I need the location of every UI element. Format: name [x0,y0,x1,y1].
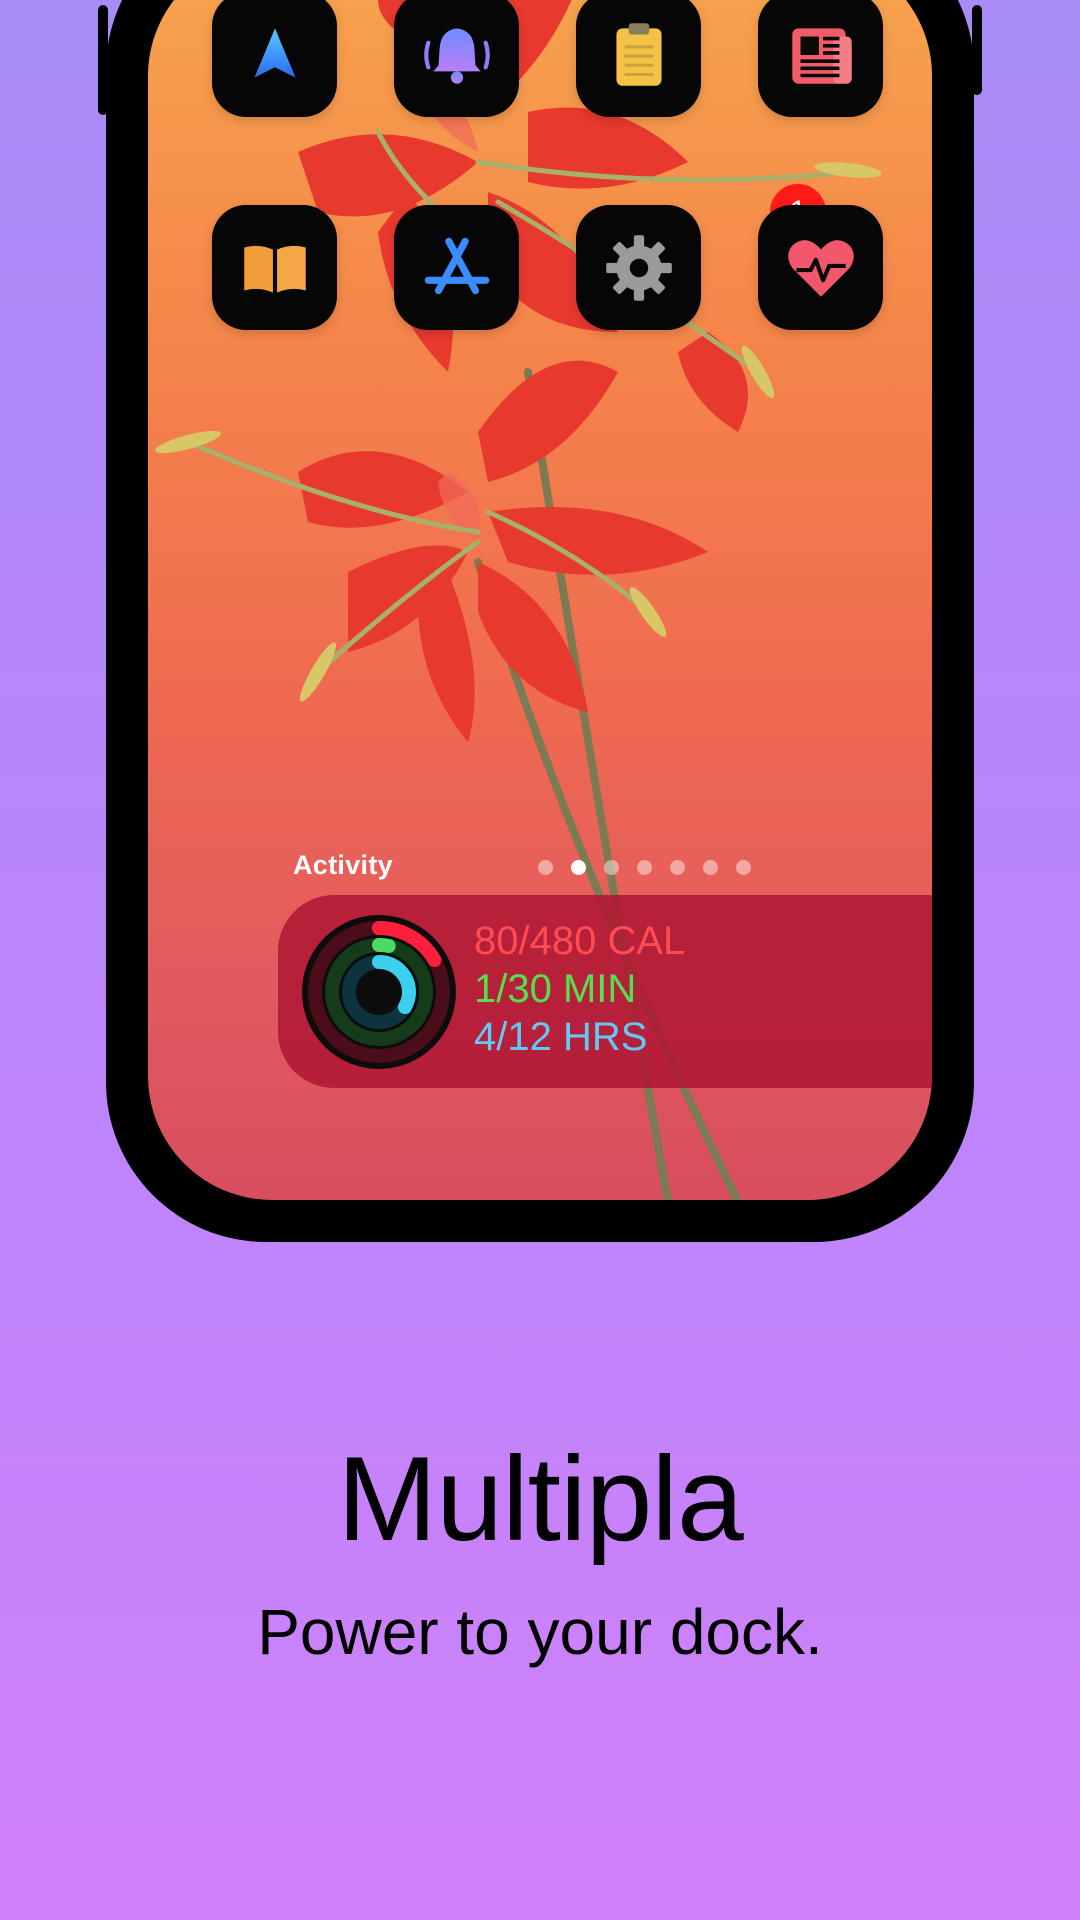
side-button [972,5,982,95]
widget-title: Activity [293,850,393,880]
app-tagline: Power to your dock. [257,1596,823,1668]
page-indicator[interactable] [538,860,751,875]
app-title: Multipla [337,1432,744,1566]
app-icon-reminders[interactable] [394,0,519,117]
gear-icon [605,234,672,301]
page-dot[interactable] [538,860,553,875]
page-dot[interactable] [670,860,685,875]
page-dot[interactable] [703,860,718,875]
book-icon [243,245,306,293]
app-icon-books[interactable] [212,205,337,330]
bell-icon [423,27,490,84]
calories-stat: 80/480 CAL [474,919,686,963]
heart-rate-icon [787,239,854,297]
page-dot[interactable] [604,860,619,875]
minutes-stat: 1/30 MIN [474,967,637,1011]
app-icon-navigation[interactable] [212,0,337,117]
activity-widget[interactable]: 80/480 CAL 1/30 MIN 4/12 HRS [278,895,932,1088]
page-dot[interactable] [637,860,652,875]
navigation-arrow-icon [254,27,295,78]
app-icon-app-store[interactable] [394,205,519,330]
clipboard-icon [615,22,662,86]
hours-stat: 4/12 HRS [474,1015,648,1059]
app-icon-news[interactable] [758,0,883,117]
app-icon-settings[interactable] [576,205,701,330]
app-icon-health[interactable] [758,205,883,330]
app-icon-clipboard[interactable] [576,0,701,117]
app-store-icon [424,237,489,294]
page-dot[interactable] [736,860,751,875]
news-icon [791,27,852,84]
activity-rings [302,915,456,1069]
page-dot[interactable] [571,860,586,875]
home-screen: 1 Activity 80/480 CAL 1/30 MIN 4/12 H [148,0,932,1200]
phone-frame: 1 Activity 80/480 CAL 1/30 MIN 4/12 H [98,0,982,1242]
side-button [98,5,108,115]
